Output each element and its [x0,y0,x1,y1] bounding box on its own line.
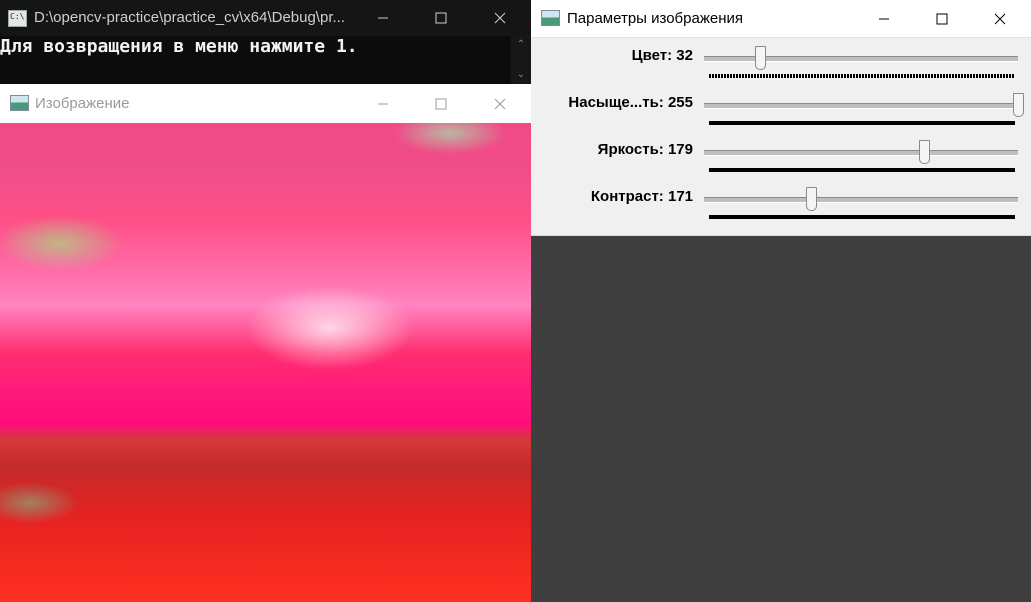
trackbar-row-color: Цвет: 32 [531,41,1031,87]
console-scrollbar[interactable]: ⌃ ⌄ [511,36,531,88]
trackbar-label-brightness: Яркость: 179 [597,141,693,158]
trackbar-underline-contrast [709,215,1015,219]
console-window: D:\opencv-practice\practice_cv\x64\Debug… [0,0,531,88]
image-window-icon [10,95,29,111]
console-maximize-button[interactable] [418,0,464,36]
maximize-icon [936,13,948,24]
console-app-icon [8,10,27,27]
console-titlebar[interactable]: D:\opencv-practice\practice_cv\x64\Debug… [0,0,531,36]
parameters-title: Параметры изображения [567,10,743,27]
close-icon [494,98,506,109]
image-close-button[interactable] [477,84,523,123]
scroll-up-icon[interactable]: ⌃ [511,38,531,52]
trackbar-row-brightness: Яркость: 179 [531,135,1031,181]
minimize-icon [378,103,388,104]
minimize-icon [879,18,889,19]
trackbar-slider-saturation[interactable] [704,93,1024,117]
trackbar-thumb-contrast[interactable] [806,187,818,211]
trackbar-slider-contrast[interactable] [704,187,1018,211]
parameters-titlebar[interactable]: Параметры изображения [531,0,1031,38]
parameters-window: Параметры изображения Цвет: 32 Насыще...… [531,0,1031,236]
image-window: Изображение [0,84,531,602]
trackbar-underline-color [709,74,1015,78]
close-icon [494,12,506,24]
maximize-icon [435,98,447,109]
params-minimize-button[interactable] [861,0,907,37]
trackbar-underline-saturation [709,121,1015,125]
console-close-button[interactable] [477,0,523,36]
maximize-icon [435,12,447,24]
trackbar-label-contrast: Контраст: 171 [590,188,693,205]
trackbar-thumb-color[interactable] [754,46,766,70]
trackbar-row-saturation: Насыще...ть: 255 [531,88,1031,134]
image-titlebar[interactable]: Изображение [0,84,531,123]
console-output-line: Для возвращения в меню нажмите 1. [0,36,358,57]
console-minimize-button[interactable] [360,0,406,36]
trackbar-slider-brightness[interactable] [704,140,1018,164]
trackbar-label-saturation: Насыще...ть: 255 [568,94,693,111]
trackbar-slider-color[interactable] [704,46,1018,70]
params-close-button[interactable] [977,0,1023,37]
trackbar-underline-brightness [709,168,1015,172]
trackbar-label-color: Цвет: 32 [631,47,693,64]
trackbar-row-contrast: Контраст: 171 [531,182,1031,228]
processed-landscape-image [0,123,531,602]
close-icon [994,13,1006,24]
image-window-title: Изображение [35,95,130,112]
image-maximize-button[interactable] [418,84,464,123]
trackbar-thumb-saturation[interactable] [1013,93,1024,117]
trackbar-thumb-brightness[interactable] [919,140,931,164]
image-minimize-button[interactable] [360,84,406,123]
console-title: D:\opencv-practice\practice_cv\x64\Debug… [34,9,345,26]
params-maximize-button[interactable] [919,0,965,37]
image-window-icon [541,10,560,26]
minimize-icon [378,17,388,19]
scroll-down-icon[interactable]: ⌄ [511,68,531,82]
